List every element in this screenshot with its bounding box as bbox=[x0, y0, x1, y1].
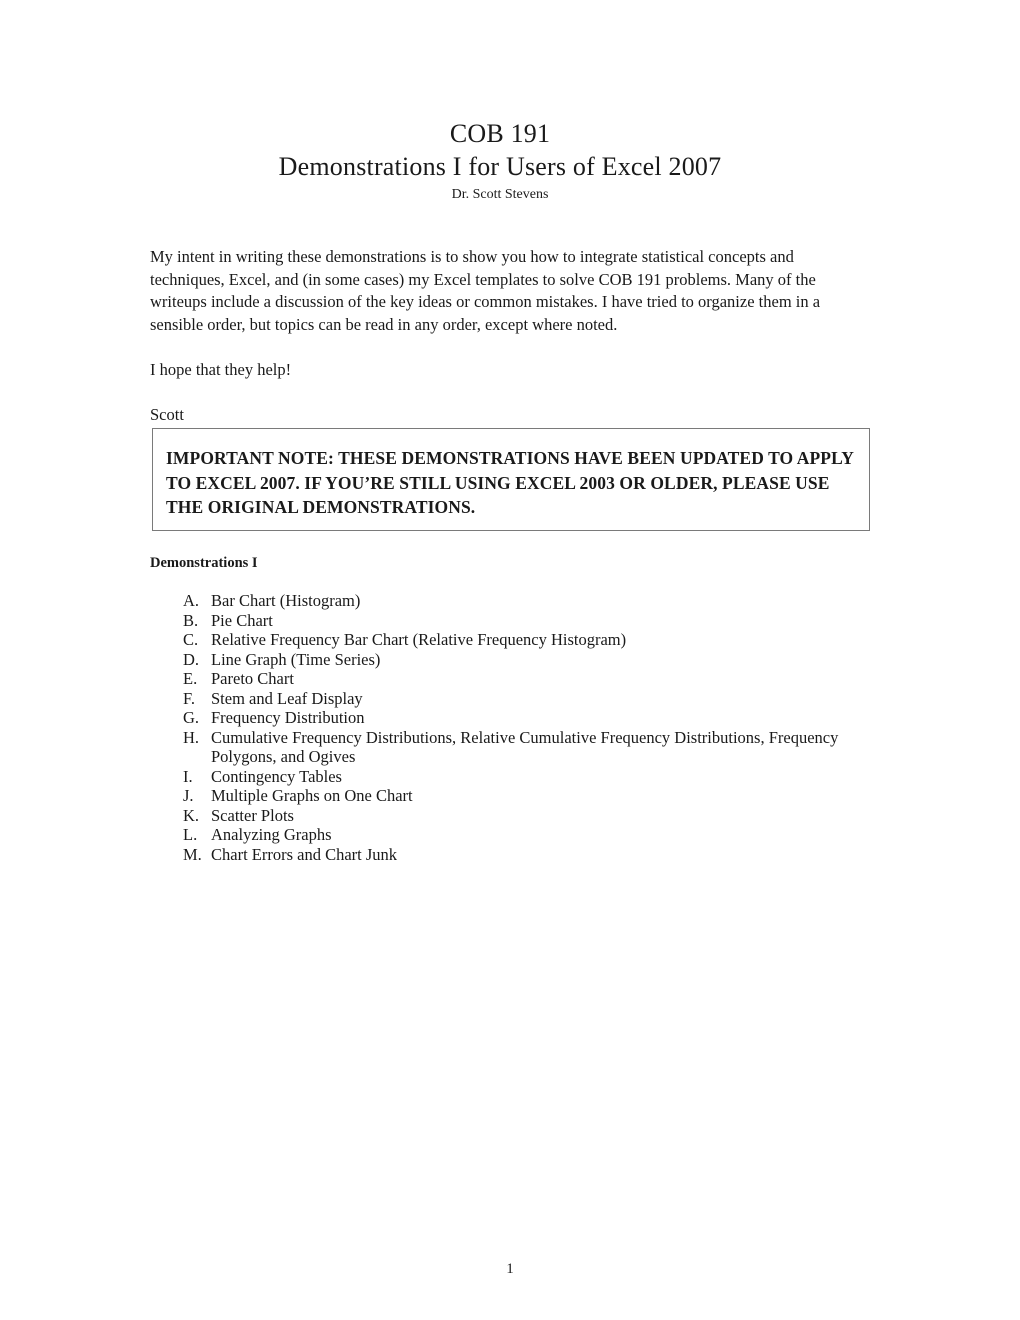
list-item-marker: M. bbox=[183, 844, 202, 864]
important-note-box: IMPORTANT NOTE: THESE DEMONSTRATIONS HAV… bbox=[152, 428, 870, 531]
intro-paragraph-2: I hope that they help! bbox=[150, 359, 292, 379]
document-page: COB 191 Demonstrations I for Users of Ex… bbox=[0, 0, 1020, 1320]
list-item-marker: F. bbox=[183, 688, 195, 708]
title-block: COB 191 Demonstrations I for Users of Ex… bbox=[150, 118, 850, 205]
list-item: D. Line Graph (Time Series) bbox=[150, 650, 850, 670]
list-item-label: Bar Chart (Histogram) bbox=[211, 591, 361, 610]
list-item: C. Relative Frequency Bar Chart (Relative… bbox=[150, 630, 850, 650]
list-item-marker: D. bbox=[183, 649, 200, 669]
list-item-marker: A. bbox=[183, 591, 200, 610]
list-item: E. Pareto Chart bbox=[150, 669, 850, 689]
intro-paragraph-1: My intent in writing these demonstration… bbox=[150, 247, 821, 334]
list-item: B. Pie Chart bbox=[150, 611, 850, 631]
list-item-marker: L. bbox=[183, 825, 198, 844]
list-item: G. Frequency Distribution bbox=[150, 708, 850, 728]
document-byline: Dr. Scott Stevens bbox=[451, 187, 549, 202]
document-title-line-2: Demonstrations I for Users of Excel 2007 bbox=[278, 152, 722, 181]
list-item-label: Line Graph (Time Series) bbox=[211, 649, 381, 669]
important-note-text: IMPORTANT NOTE: THESE DEMONSTRATIONS HAV… bbox=[166, 448, 854, 517]
list-item: F. Stem and Leaf Display bbox=[150, 689, 850, 709]
list-item: I. Contingency Tables bbox=[150, 767, 850, 787]
important-note-box-inner: IMPORTANT NOTE: THESE DEMONSTRATIONS HAV… bbox=[153, 429, 869, 520]
intro-section: My intent in writing these demonstration… bbox=[150, 246, 850, 427]
demonstrations-heading: Demonstrations I bbox=[150, 555, 258, 571]
list-item: J. Multiple Graphs on One Chart bbox=[150, 786, 850, 806]
list-item: H. Cumulative Frequency Distributions, Re… bbox=[150, 728, 850, 767]
list-item-marker: J. bbox=[183, 786, 194, 805]
list-item-label: Cumulative Frequency Distributions, Rela… bbox=[211, 727, 839, 767]
demonstrations-list: A. Bar Chart (Histogram) B. Pie Chart C. Rela… bbox=[150, 591, 850, 864]
list-item: L. Analyzing Graphs bbox=[150, 825, 850, 845]
list-item: M. Chart Errors and Chart Junk bbox=[150, 845, 850, 865]
list-item-marker: I. bbox=[183, 766, 193, 786]
list-item: A. Bar Chart (Histogram) bbox=[150, 591, 850, 611]
list-item-label: Pareto Chart bbox=[211, 669, 294, 688]
list-item-marker: K. bbox=[183, 805, 200, 825]
intro-signature: Scott bbox=[150, 405, 184, 425]
list-item-label: Stem and Leaf Display bbox=[211, 688, 363, 708]
list-item-marker: C. bbox=[183, 630, 199, 649]
list-item: K. Scatter Plots bbox=[150, 806, 850, 826]
list-item-label: Chart Errors and Chart Junk bbox=[211, 844, 398, 864]
list-item-marker: H. bbox=[183, 727, 200, 747]
document-title-line-1: COB 191 bbox=[449, 119, 551, 148]
list-item-marker: G. bbox=[183, 708, 200, 727]
list-item-label: Frequency Distribution bbox=[211, 708, 365, 727]
list-item-label: Scatter Plots bbox=[211, 805, 294, 825]
list-item-label: Multiple Graphs on One Chart bbox=[211, 786, 413, 805]
page-number: 1 bbox=[506, 1261, 514, 1277]
list-item-label: Pie Chart bbox=[211, 610, 273, 630]
list-item-marker: E. bbox=[183, 669, 198, 688]
list-item-label: Analyzing Graphs bbox=[211, 825, 332, 844]
list-item-label: Relative Frequency Bar Chart (Relative F… bbox=[211, 630, 627, 649]
list-item-marker: B. bbox=[183, 610, 199, 630]
list-item-label: Contingency Tables bbox=[211, 766, 342, 786]
